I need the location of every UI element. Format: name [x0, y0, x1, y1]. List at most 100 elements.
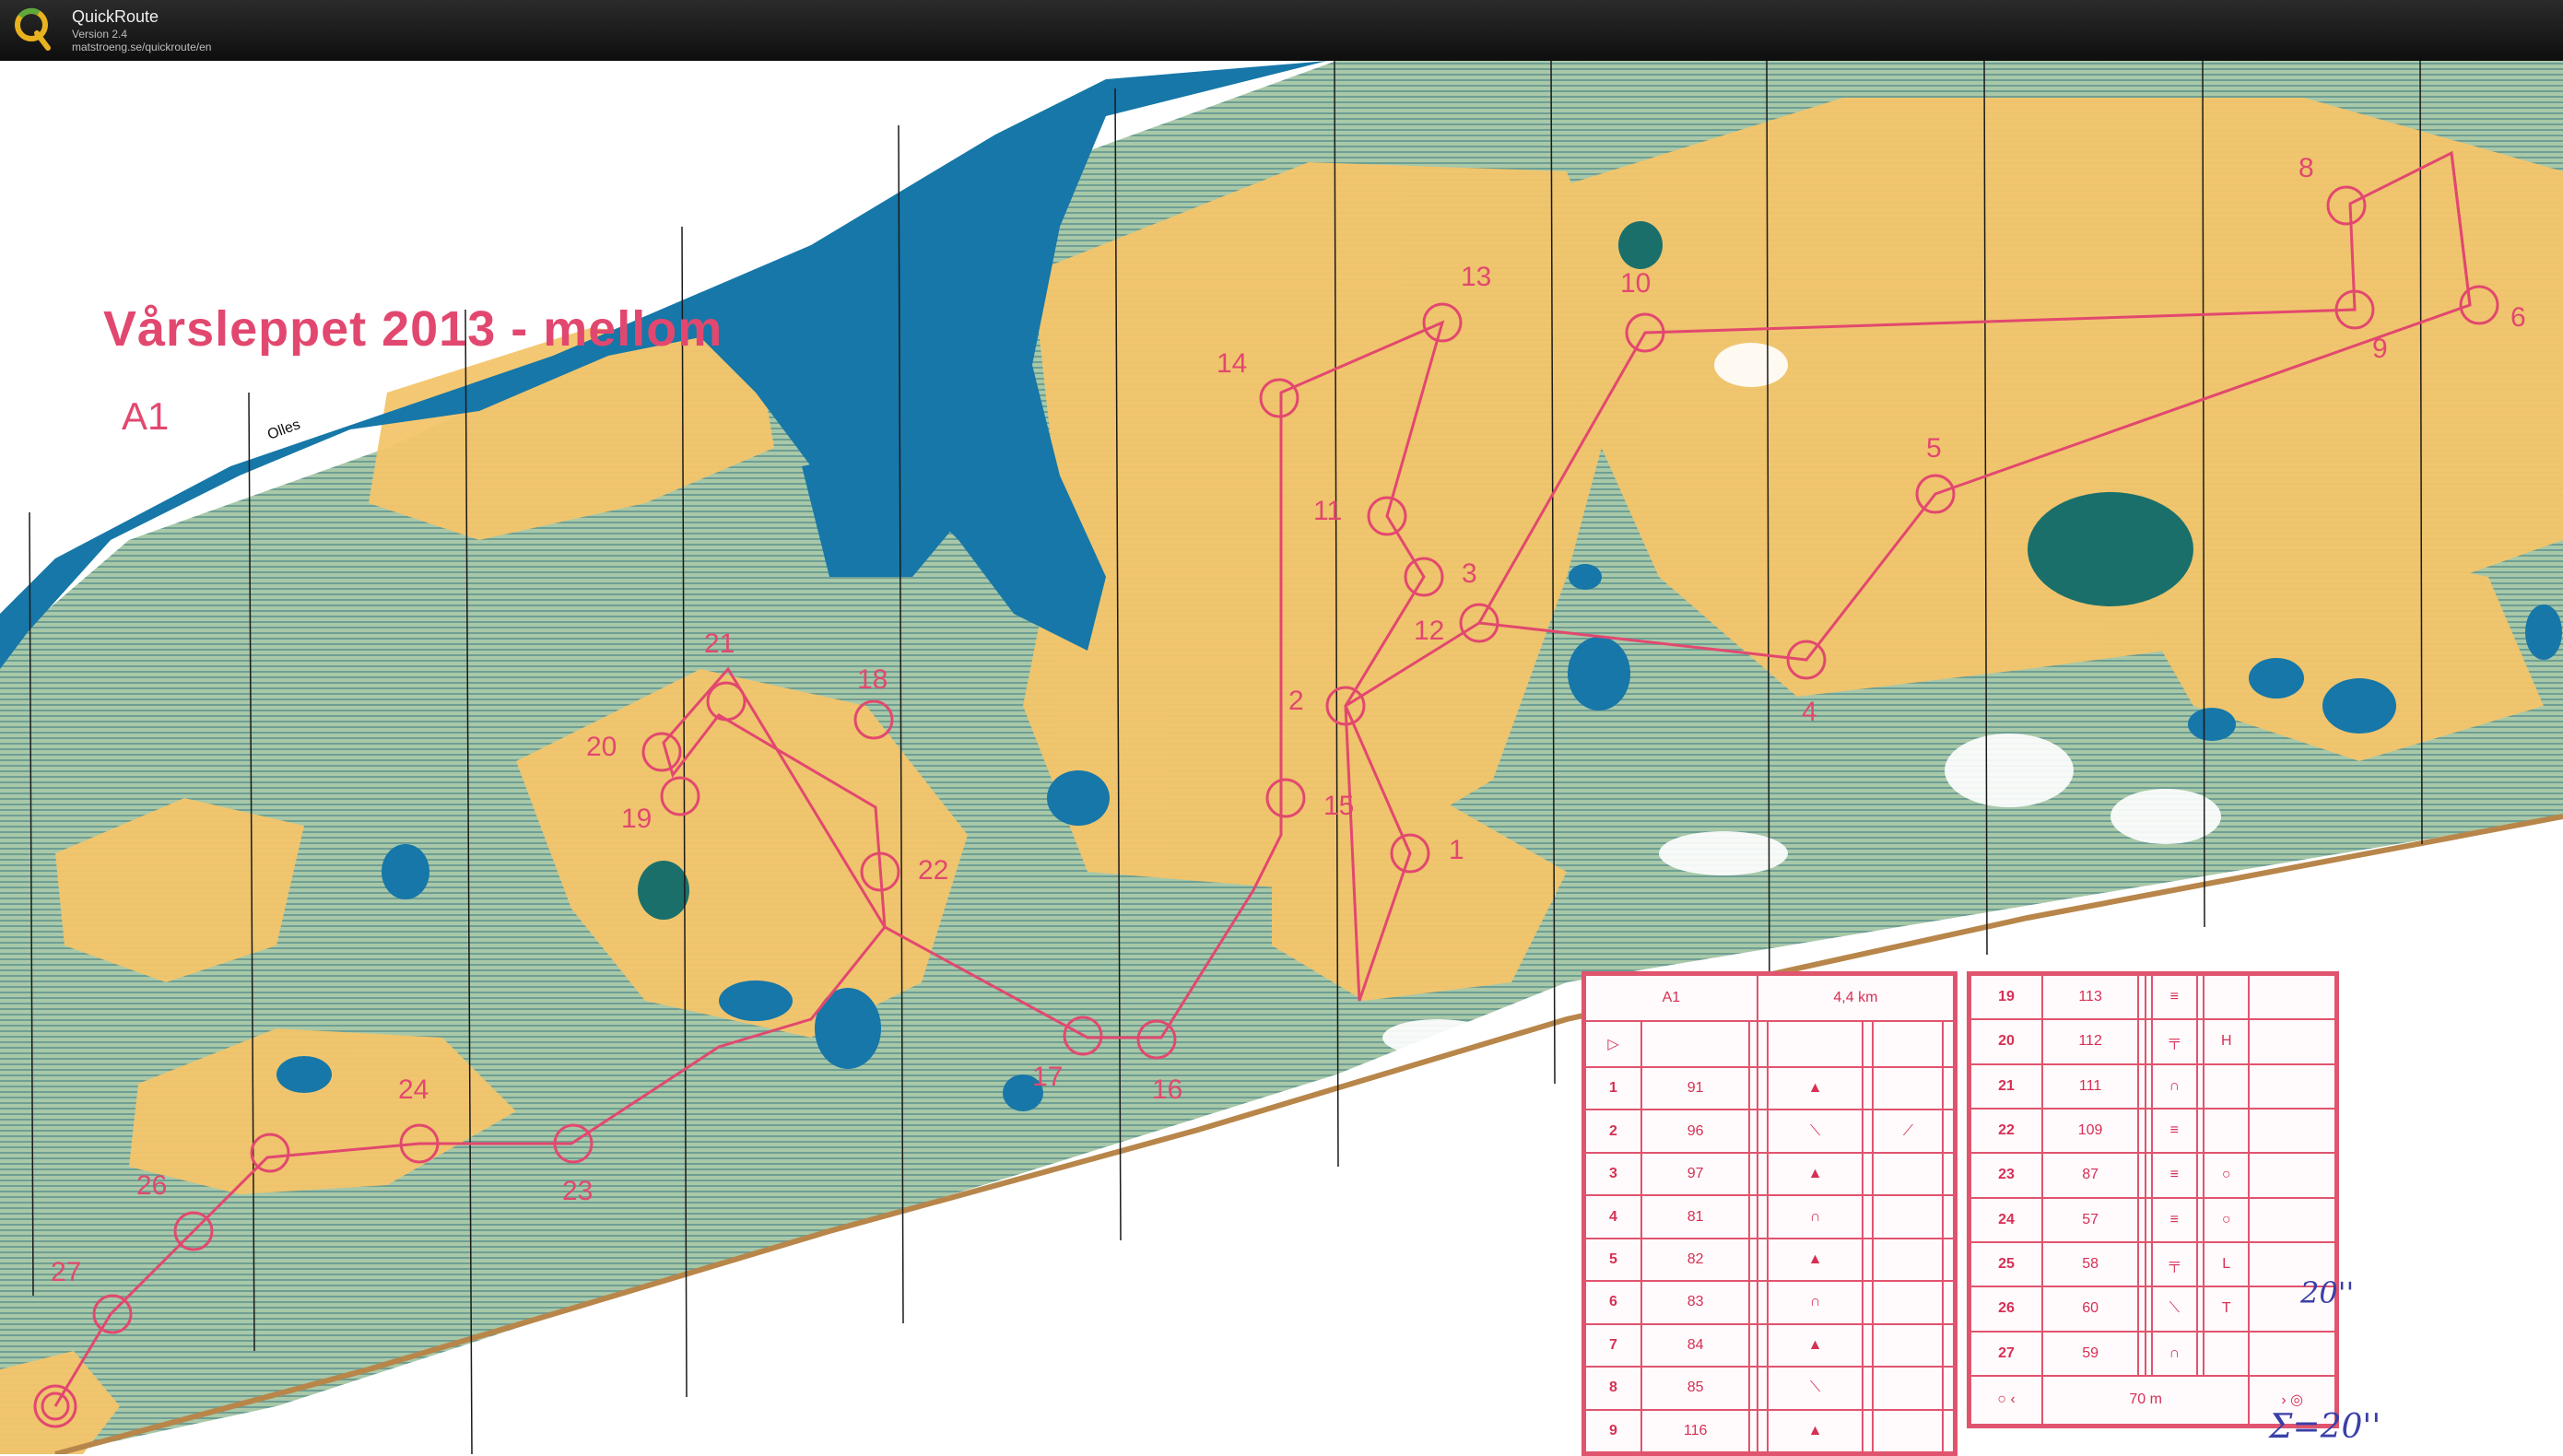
cd-row-code: 83: [1640, 1280, 1751, 1325]
cd-row-number: 3: [1584, 1151, 1642, 1197]
cd-row-extra: [2203, 973, 2251, 1021]
app-name: QuickRoute: [72, 7, 159, 26]
cd-row-extra: [2203, 1330, 2251, 1377]
cd-row-number: 27: [1969, 1330, 2043, 1377]
cd-row-number: 1: [1584, 1065, 1642, 1111]
cd-row-extra: [1872, 1408, 1945, 1453]
handwritten-note: 20'': [2300, 1275, 2355, 1310]
cd-row-code: 81: [1640, 1194, 1751, 1239]
cd-row-symbol: ∩: [2150, 1063, 2198, 1110]
cd-row-number: 7: [1584, 1322, 1642, 1368]
control-label: 2: [1288, 686, 1304, 716]
start-triangle-icon: ▷: [1584, 1020, 1642, 1068]
control-label: 15: [1323, 791, 1355, 821]
cd-row-code: 58: [2040, 1240, 2140, 1288]
cd-row-symbol: ▲: [1767, 1065, 1863, 1111]
control-label: 5: [1926, 433, 1942, 464]
control-label: 14: [1217, 348, 1248, 379]
cd-row-extra: ○: [2203, 1152, 2251, 1199]
cd-row-symbol: ≡: [2150, 973, 2198, 1021]
cd-row-code: 111: [2040, 1063, 2140, 1110]
cd-row-number: 9: [1584, 1408, 1642, 1453]
control-label: 3: [1462, 558, 1477, 589]
cd-row-symbol: ∩: [1767, 1280, 1863, 1325]
cd-row-extra: ⟋: [1872, 1109, 1945, 1154]
control-label: 13: [1461, 262, 1492, 292]
control-label: 10: [1620, 268, 1652, 299]
cd-row-code: 82: [1640, 1237, 1751, 1283]
cd-row-code: 116: [1640, 1408, 1751, 1453]
cd-row-symbol: ⟍: [1767, 1366, 1863, 1411]
control-label: 9: [2372, 334, 2388, 364]
control-label: 1: [1449, 835, 1464, 865]
cd-row-symbol: ∩: [1767, 1194, 1863, 1239]
control-label: 27: [51, 1257, 82, 1287]
control-label: 18: [857, 664, 888, 695]
control-label: 11: [1313, 496, 1343, 526]
title-bar: QuickRoute Version 2.4 matstroeng.se/qui…: [0, 0, 2563, 61]
cd-row-number: 8: [1584, 1366, 1642, 1411]
finish-circle-icon: ○ ‹: [1969, 1374, 2043, 1427]
cd-row-extra: [1872, 1366, 1945, 1411]
cd-row-extra: H: [2203, 1018, 2251, 1065]
app-url[interactable]: matstroeng.se/quickroute/en: [72, 41, 211, 53]
cd-row-code: 59: [2040, 1330, 2140, 1377]
cd-row-number: 21: [1969, 1063, 2043, 1110]
control-label: 17: [1032, 1062, 1064, 1092]
cd-row-extra: [1872, 1280, 1945, 1325]
cd-row-number: 26: [1969, 1286, 2043, 1333]
cd-row-extra: [1872, 1194, 1945, 1239]
control-label: 21: [704, 628, 735, 659]
cd-row-extra: [1872, 1065, 1945, 1111]
cd-row-number: 6: [1584, 1280, 1642, 1325]
cd-finish-distance: 70 m: [2040, 1374, 2251, 1427]
cd-row-extra: ○: [2203, 1196, 2251, 1243]
cd-row-extra: [2203, 1107, 2251, 1155]
control-label: 24: [398, 1074, 429, 1105]
cd-row-number: 22: [1969, 1107, 2043, 1155]
control-label: 26: [136, 1170, 168, 1201]
cd-row-code: 97: [1640, 1151, 1751, 1197]
cd-row-extra: [1872, 1237, 1945, 1283]
control-label: 22: [918, 855, 949, 886]
cd-row-number: 25: [1969, 1240, 2043, 1288]
cd-row-number: 24: [1969, 1196, 2043, 1243]
cd-row-number: 19: [1969, 973, 2043, 1021]
cd-row-extra: L: [2203, 1240, 2251, 1288]
cd-row-code: 85: [1640, 1366, 1751, 1411]
cd-row-code: 109: [2040, 1107, 2140, 1155]
control-label: 20: [586, 732, 617, 762]
cd-row-symbol: ▲: [1767, 1151, 1863, 1197]
cd-row-extra: [1872, 1322, 1945, 1368]
cd-row-code: 91: [1640, 1065, 1751, 1111]
cd-row-extra: [1872, 1151, 1945, 1197]
cd-row-number: 5: [1584, 1237, 1642, 1283]
cd-course: A1: [1584, 974, 1758, 1022]
cd-row-code: 87: [2040, 1152, 2140, 1199]
cd-row-symbol: ╤: [2150, 1018, 2198, 1065]
cd-row-symbol: ≡: [2150, 1196, 2198, 1243]
cd-row-symbol: ≡: [2150, 1107, 2198, 1155]
cd-row-symbol: ≡: [2150, 1152, 2198, 1199]
control-label: 6: [2510, 302, 2526, 333]
cd-row-number: 20: [1969, 1018, 2043, 1065]
cd-row-symbol: ⟍: [1767, 1109, 1863, 1154]
cd-row-code: 60: [2040, 1286, 2140, 1333]
cd-row-extra: [2203, 1063, 2251, 1110]
quickroute-logo-icon: [15, 7, 51, 51]
handwritten-sum: Σ=20'': [2269, 1408, 2381, 1446]
cd-row-number: 23: [1969, 1152, 2043, 1199]
cd-row-code: 96: [1640, 1109, 1751, 1154]
cd-row-code: 84: [1640, 1322, 1751, 1368]
control-label: 4: [1802, 697, 1817, 727]
cd-row-symbol: ▲: [1767, 1408, 1863, 1453]
control-label: 8: [2298, 153, 2314, 183]
cd-row-code: 113: [2040, 973, 2140, 1021]
cd-row-number: 4: [1584, 1194, 1642, 1239]
control-label: 16: [1152, 1074, 1183, 1105]
control-description-left: A1 4,4 km ▷ 1 91 ▲ 2 96 ⟍ ⟋ 3 97 ▲ 4 81 ∩ 5 82 ▲ 68…: [1581, 971, 1958, 1456]
orienteering-map[interactable]: Vårsleppet 2013 - mellom A1 Olles 1 2 3 …: [0, 61, 2563, 1456]
cd-row-symbol: ▲: [1767, 1237, 1863, 1283]
control-label: 12: [1414, 616, 1445, 646]
app-version: Version 2.4: [72, 28, 128, 41]
